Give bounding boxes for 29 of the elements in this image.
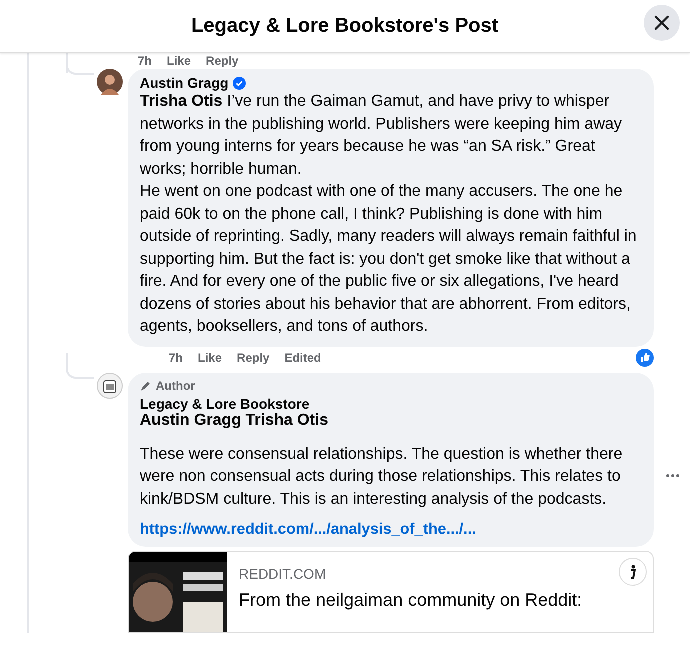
comment-text: These were consensual relationships. The question is whether there were non consensual acts during those relationships. This relates to kink/BDSM culture. This is an interesting analysis of the podcasts. [140,444,624,510]
link-domain: REDDIT.COM [239,566,328,582]
like-reaction-icon[interactable] [636,348,654,366]
link-title: From the neilgaiman community on Reddit: [239,590,582,611]
dialog-title: Legacy & Lore Bookstore's Post [191,14,499,38]
avatar-icon[interactable] [97,372,123,398]
author-name[interactable]: Austin Gragg [140,75,229,91]
close-icon [654,15,670,31]
pen-icon [140,380,152,392]
info-button[interactable] [619,558,647,586]
link-preview-card[interactable]: REDDIT.COM From the neilgaiman community on Reddit: [128,551,654,633]
comment-time: 7h [138,54,152,68]
edited-label: Edited [284,350,322,364]
author-name[interactable]: Austin Gragg Trisha Otis [140,412,328,430]
comment-link[interactable]: https://www.reddit.com/.../analysis_of_the.../... [140,521,642,539]
avatar-icon[interactable] [97,69,123,95]
comment-time: 7h [169,350,184,364]
comment-text: He went on one podcast with one of the many accusers. The one he paid 60k to on the phone call, I think? Publishing is done with him outside of reprinting. Sadly, many readers will always remain faithful in supporting him. But the fact is: you don't get smoke like that without a fire. And for every one of the public five or six allegations, I've heard dozens of stories about his behavior that are abhorrent. From editors, agents, booksellers, and tons of authors. [140,182,638,337]
close-button[interactable] [644,5,680,41]
info-icon [630,565,636,579]
comment-action-link[interactable]: Reply [237,350,270,364]
comment-action-link[interactable]: Like [167,54,192,68]
comment-text: Trisha Otis I’ve run the Gaiman Gamut, and have privy to whisper networks in the publishing world. Publishers were keeping him away from young interns for years because he was “an SA risk.” Great works; horrible human. [140,92,624,180]
comment-action-link[interactable]: Reply [206,54,239,68]
page-name[interactable]: Legacy & Lore Bookstore [140,396,642,412]
thread-connector [66,352,94,378]
comment-action-link[interactable]: Like [198,350,222,364]
more-icon [666,474,680,478]
badge-label: Author [156,378,196,392]
